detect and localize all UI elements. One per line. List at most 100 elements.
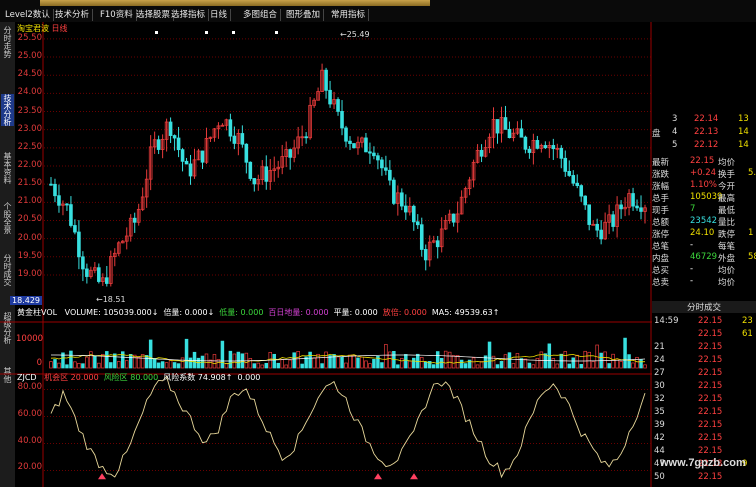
volume-bar [352, 354, 356, 369]
volume-bar [635, 356, 639, 369]
quote-row: 内盘 46729外盘 58 [652, 252, 756, 264]
quote-cell: 14:59 [654, 316, 679, 326]
quote-cell: 4 [672, 127, 678, 137]
order-book-row: 5 22.12 14 [652, 140, 756, 152]
volume-legend: 黄金柱VOL VOLUME: 105039.000↓ 倍量: 0.000↓ 低量: … [17, 307, 499, 318]
volume-bar [49, 361, 53, 369]
quote-cell: 22.15 [698, 381, 723, 391]
volume-bar [631, 362, 635, 369]
toolbar-select-indicator-button[interactable]: 选择指标 [168, 9, 210, 21]
volume-bar [81, 363, 85, 369]
tick-row: 39 22.15 [652, 420, 756, 432]
quote-cell: - [690, 276, 694, 286]
price-axis-label: 19.50 [17, 250, 42, 261]
volume-bar [372, 359, 376, 369]
candle-body [384, 167, 388, 171]
price-axis-label: 24.00 [17, 87, 42, 98]
quote-cell: 44 [654, 446, 665, 456]
quote-cell: 最高 [718, 194, 736, 204]
quote-row: 最新 22.15 均价 [652, 156, 756, 168]
candle-body [563, 157, 568, 172]
volume-bar [563, 351, 568, 369]
quote-cell: 23 [742, 316, 753, 326]
quote-cell: 13 [738, 114, 749, 124]
volume-bar [368, 363, 372, 369]
volume-bar [340, 356, 344, 369]
candle-body [81, 256, 85, 270]
candle-body [567, 171, 572, 176]
current-price-tag: 18.429 [10, 296, 42, 305]
candle-body [77, 231, 81, 258]
quote-cell: 22.15 [698, 342, 723, 352]
volume-bar [117, 361, 121, 369]
quote-cell: - [690, 240, 694, 250]
candle-body [57, 195, 61, 206]
candle-body [49, 183, 53, 186]
candle-body [53, 183, 57, 197]
legend-item: MA5: 49539.63↑ [431, 308, 500, 317]
volume-bar [507, 352, 512, 369]
quote-row: 涨跌 +0.24 换手 5. [652, 168, 756, 180]
volume-bar [451, 355, 456, 369]
quote-cell: 50 [654, 472, 665, 482]
candle-body [264, 166, 269, 182]
volume-bar [344, 362, 348, 369]
toolbar-f10-button[interactable]: F10资料 [97, 9, 137, 21]
volume-bar [288, 359, 292, 369]
candle-body [519, 128, 524, 138]
high-price-label: ←25.49 [340, 30, 370, 39]
toolbar-tech-analysis-button[interactable]: 技术分析 [52, 9, 94, 21]
quote-cell: 跌停 [718, 230, 736, 240]
signal-marker [232, 31, 235, 34]
candle-body [252, 178, 257, 185]
kline-chart[interactable] [0, 22, 652, 487]
volume-bar [591, 361, 595, 369]
toolbar-multi-chart-button[interactable]: 多图组合 [240, 9, 282, 21]
toolbar-daily-button[interactable]: 日线 [207, 9, 232, 21]
volume-bar [320, 363, 324, 369]
price-axis-label: 22.00 [17, 160, 42, 170]
volume-bar [619, 360, 623, 369]
tick-row: 22.15 61 [652, 329, 756, 341]
candle-body [200, 150, 205, 163]
volume-bar [136, 356, 141, 369]
volume-bar [479, 361, 484, 369]
volume-bar [583, 350, 587, 369]
volume-bar [220, 340, 225, 369]
volume-bar [109, 362, 113, 369]
candle-body [551, 145, 556, 150]
volume-axis-top: 10000 [16, 334, 44, 344]
volume-bar [124, 360, 129, 369]
tick-trades-header[interactable]: 分时成交 [652, 301, 756, 313]
quote-cell: 总笔 [652, 242, 670, 252]
tick-row: 27 22.15 [652, 368, 756, 380]
candle-body [400, 192, 404, 207]
quote-row: 总额 23542 量比 [652, 216, 756, 228]
candle-body [595, 223, 599, 231]
candle-body [611, 214, 615, 227]
toolbar-overlay-button[interactable]: 图形叠加 [283, 9, 325, 21]
quote-cell: 总手 [652, 194, 670, 204]
candle-body [559, 147, 564, 159]
candle-body [132, 217, 137, 223]
quote-cell: 内盘 [652, 254, 670, 264]
volume-bar [615, 359, 619, 369]
candle-body [523, 136, 528, 150]
quote-cell: 27 [654, 368, 665, 378]
volume-bar [57, 362, 61, 369]
quote-cell: 24 [654, 355, 665, 365]
toolbar-level2-button[interactable]: Level2数认 [2, 9, 54, 21]
volume-bar [627, 354, 631, 369]
volume-bar [336, 356, 340, 369]
volume-bar [228, 350, 233, 369]
quote-cell: 46729 [690, 252, 718, 262]
toolbar-common-indicator-button[interactable]: 常用指标 [328, 9, 370, 21]
volume-bar [272, 353, 276, 369]
volume-bar [236, 351, 241, 369]
quote-row: 总卖 - 均价 [652, 276, 756, 288]
volume-bar [551, 358, 556, 369]
order-book-row: 3 22.14 13 [652, 114, 756, 126]
quote-cell: 30 [654, 381, 665, 391]
quote-row: 总手 105039 最高 [652, 192, 756, 204]
candle-body [631, 193, 635, 207]
